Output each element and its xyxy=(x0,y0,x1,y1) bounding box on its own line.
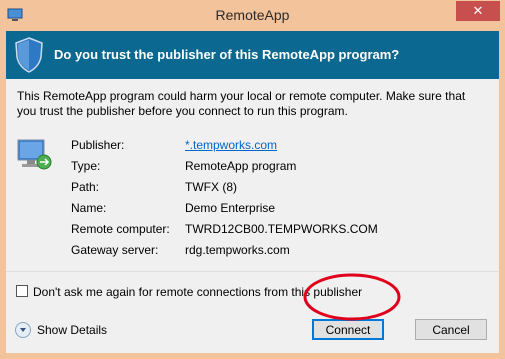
warning-text: This RemoteApp program could harm your l… xyxy=(17,89,466,118)
banner-title: Do you trust the publisher of this Remot… xyxy=(54,47,400,62)
connect-button[interactable]: Connect xyxy=(312,319,384,340)
detail-value: rdg.tempworks.com xyxy=(185,243,290,257)
detail-value: Demo Enterprise xyxy=(185,201,276,215)
trust-banner: Do you trust the publisher of this Remot… xyxy=(6,31,499,79)
detail-label: Remote computer: xyxy=(71,222,170,236)
detail-label: Path: xyxy=(71,180,100,194)
detail-value: TWFX (8) xyxy=(185,180,237,194)
dont-ask-checkbox[interactable] xyxy=(16,285,28,297)
close-button[interactable]: ✕ xyxy=(456,1,500,21)
publisher-link[interactable]: *.tempworks.com xyxy=(185,138,277,152)
detail-label: Type: xyxy=(71,159,101,173)
chevron-down-icon[interactable] xyxy=(15,322,31,338)
dialog-footer: Show Details Connect Cancel xyxy=(6,310,499,353)
window-title: RemoteApp xyxy=(215,7,290,23)
detail-label: Name: xyxy=(71,201,107,215)
cancel-button[interactable]: Cancel xyxy=(415,319,487,340)
remote-computer-icon xyxy=(17,139,52,170)
divider xyxy=(6,271,499,272)
show-details-label[interactable]: Show Details xyxy=(37,323,107,337)
detail-label: Gateway server: xyxy=(71,243,159,257)
detail-value: RemoteApp program xyxy=(185,159,297,173)
dont-ask-label[interactable]: Don't ask me again for remote connection… xyxy=(33,285,362,299)
title-bar[interactable]: RemoteApp ✕ xyxy=(0,0,505,30)
shield-icon xyxy=(15,37,43,73)
detail-label: Publisher: xyxy=(71,138,125,152)
dialog-body: Do you trust the publisher of this Remot… xyxy=(6,31,499,353)
remoteapp-dialog: RemoteApp ✕ Do you trust the publisher o… xyxy=(0,0,505,359)
detail-value: TWRD12CB00.TEMPWORKS.COM xyxy=(185,222,378,236)
